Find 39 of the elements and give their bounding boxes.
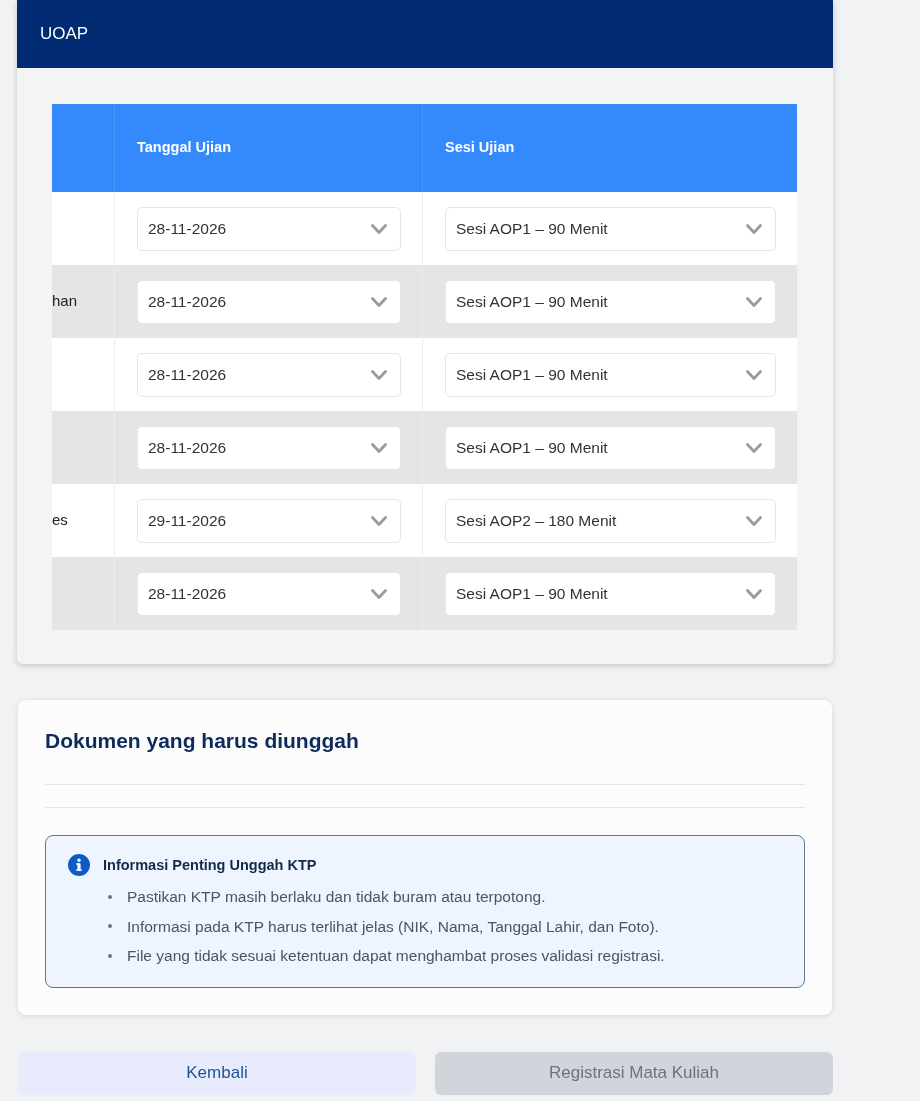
chevron-down-icon [746,515,762,526]
chevron-down-icon [746,442,762,453]
date-dropdown[interactable]: 28-11-2026 [137,571,401,616]
chevron-down-icon [746,588,762,599]
date-dropdown[interactable]: 28-11-2026 [137,352,401,397]
info-title: Informasi Penting Unggah KTP [103,856,317,875]
info-item: Informasi pada KTP harus terlihat jelas (NIK, Nama, Tanggal Lahir, dan Foto). [127,916,659,937]
info-item: Pastikan KTP masih berlaku dan tidak buram atau terpotong. [127,887,546,908]
bullet-icon [108,894,112,899]
session-dropdown[interactable]: Sesi AOP2 – 180 Menit [445,498,776,543]
chevron-down-icon [371,369,387,380]
section-title: Dokumen yang harus diunggah [45,728,360,754]
session-dropdown[interactable]: Sesi AOP1 – 90 Menit [445,425,776,470]
chevron-down-icon [371,296,387,307]
bullet-icon [108,924,112,929]
chevron-down-icon [371,442,387,453]
chevron-down-icon [371,515,387,526]
column-header: Tanggal Ujian [137,138,231,158]
action-button[interactable]: Kembali [18,1051,416,1095]
session-dropdown[interactable]: Sesi AOP1 – 90 Menit [445,352,776,397]
date-dropdown[interactable]: 28-11-2026 [137,425,401,470]
date-dropdown[interactable]: 28-11-2026 [137,206,401,251]
chevron-down-icon [746,296,762,307]
date-dropdown[interactable]: 29-11-2026 [137,498,401,543]
card-title: UOAP [40,23,89,46]
session-dropdown[interactable]: Sesi AOP1 – 90 Menit [445,571,776,616]
date-dropdown[interactable]: 28-11-2026 [137,279,401,324]
table-cell-text: han [52,291,78,312]
session-dropdown[interactable]: Sesi AOP1 – 90 Menit [445,279,776,324]
info-icon [68,854,90,876]
chevron-down-icon [746,223,762,234]
table-cell-text: es [52,510,68,531]
column-header: Sesi Ujian [445,138,515,158]
chevron-down-icon [371,223,387,234]
info-item: File yang tidak sesuai ketentuan dapat menghambat proses validasi registrasi. [127,946,665,967]
session-dropdown[interactable]: Sesi AOP1 – 90 Menit [445,206,776,251]
bullet-icon [108,953,112,958]
chevron-down-icon [371,588,387,599]
chevron-down-icon [746,369,762,380]
